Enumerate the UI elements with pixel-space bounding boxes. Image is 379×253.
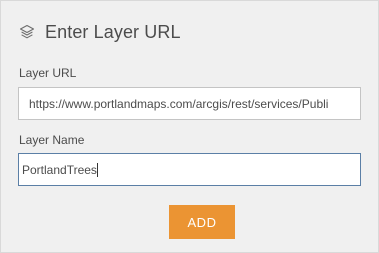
layer-url-value: https://www.portlandmaps.com/arcgis/rest… [29, 96, 329, 111]
layer-name-input[interactable]: PortlandTrees [18, 153, 361, 186]
panel-header: Enter Layer URL [18, 19, 181, 45]
text-caret [96, 162, 98, 177]
layer-url-label: Layer URL [19, 66, 77, 80]
enter-layer-url-panel: Enter Layer URL Layer URL https://www.po… [0, 0, 379, 253]
layers-icon [18, 23, 36, 41]
layer-url-input[interactable]: https://www.portlandmaps.com/arcgis/rest… [18, 87, 361, 120]
layer-name-value: PortlandTrees [22, 162, 97, 177]
layer-name-label: Layer Name [19, 133, 85, 147]
panel-title: Enter Layer URL [45, 21, 181, 42]
add-button[interactable]: ADD [169, 205, 235, 239]
